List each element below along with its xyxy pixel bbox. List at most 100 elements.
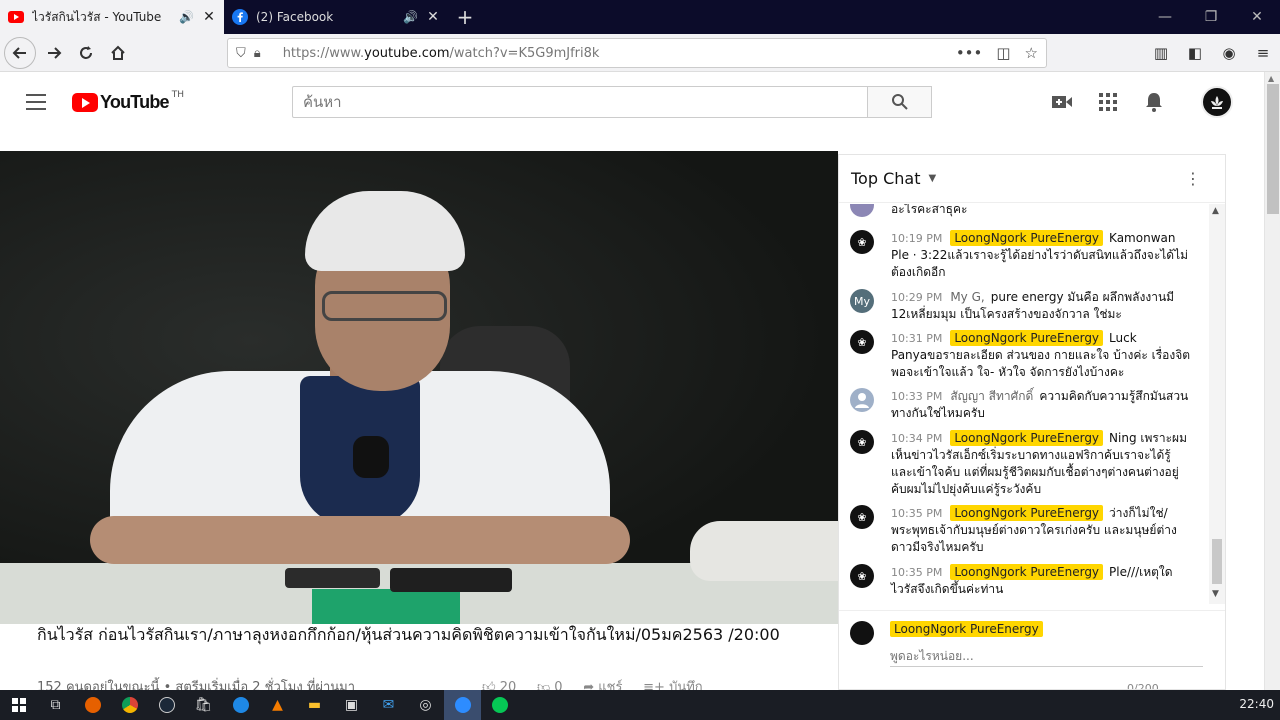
share-icon[interactable]: ➦ bbox=[583, 680, 594, 690]
chat-timestamp: 10:35 PM bbox=[891, 566, 943, 579]
default-user-icon bbox=[855, 393, 869, 408]
forward-button[interactable] bbox=[38, 37, 70, 69]
owner-badge: LoongNgork PureEnergy bbox=[950, 564, 1104, 580]
like-icon[interactable]: 👍︎ bbox=[482, 680, 496, 690]
chat-scrollbar-thumb[interactable] bbox=[1212, 539, 1222, 584]
close-tab-icon[interactable]: ✕ bbox=[202, 9, 216, 25]
chat-timestamp: 10:31 PM bbox=[891, 332, 943, 345]
chat-message: 10:33 PM สัญญา สีทาศักดิ์ ความคิดกับความรู… bbox=[839, 388, 1209, 422]
page-actions-icon[interactable]: ••• bbox=[956, 44, 983, 62]
video-player[interactable] bbox=[0, 151, 838, 624]
live-chat-panel: Top Chat ▼ ⋮ อะไรคะสาธุคะ ❀ 10:19 PM Loon… bbox=[838, 154, 1226, 690]
zoom-icon[interactable] bbox=[444, 690, 481, 720]
chevron-down-icon[interactable]: ▼ bbox=[1212, 589, 1219, 599]
share-label[interactable]: แชร์ bbox=[598, 680, 622, 690]
scroll-up-icon[interactable]: ▲ bbox=[1268, 74, 1274, 83]
chat-avatar: ❀ bbox=[850, 430, 874, 454]
chat-message-list[interactable]: อะไรคะสาธุคะ ❀ 10:19 PM LoongNgork PureEn… bbox=[839, 204, 1209, 604]
shield-icon[interactable]: ⛉ bbox=[236, 46, 246, 61]
tab-title: ไวรัสกินไวรัส - YouTube bbox=[32, 9, 162, 24]
scrollbar-thumb[interactable] bbox=[1267, 84, 1279, 214]
url-domain: youtube.com bbox=[364, 45, 450, 61]
notifications-bell-icon[interactable] bbox=[1142, 90, 1166, 114]
page-scrollbar[interactable]: ▲ bbox=[1264, 72, 1280, 690]
vlc-icon[interactable]: ▲ bbox=[259, 690, 296, 720]
new-tab-button[interactable]: + bbox=[448, 0, 482, 34]
file-explorer-icon[interactable]: ▬ bbox=[296, 690, 333, 720]
firefox-icon[interactable] bbox=[74, 690, 111, 720]
chat-avatar: ❀ bbox=[850, 505, 874, 529]
youtube-wordmark: YouTube bbox=[100, 92, 170, 112]
youtube-header: YouTube TH bbox=[0, 72, 1264, 132]
lock-icon[interactable]: 🔒︎ bbox=[254, 46, 261, 61]
pocket-icon[interactable]: ◫ bbox=[996, 44, 1010, 62]
owner-badge: LoongNgork PureEnergy bbox=[950, 430, 1104, 446]
bookmark-star-icon[interactable]: ☆ bbox=[1025, 44, 1038, 62]
viewer-count: 152 คนดูอยู่ในขณะนี้ • สตรีมเริ่มเมื่อ 2… bbox=[37, 680, 356, 690]
chat-avatar: My bbox=[850, 289, 874, 313]
mail-icon[interactable]: ✉ bbox=[370, 690, 407, 720]
user-avatar[interactable] bbox=[1201, 86, 1233, 118]
app2-icon[interactable]: ◎ bbox=[407, 690, 444, 720]
chat-header: Top Chat ▼ ⋮ bbox=[839, 155, 1225, 203]
char-counter: 0/200 bbox=[1127, 682, 1159, 690]
chrome-icon[interactable] bbox=[111, 690, 148, 720]
owner-badge: LoongNgork PureEnergy bbox=[950, 330, 1104, 346]
chat-timestamp: 10:29 PM bbox=[891, 291, 943, 304]
line-icon[interactable] bbox=[481, 690, 518, 720]
save-icon[interactable]: ≡+ bbox=[643, 680, 665, 690]
close-window-icon[interactable]: ✕ bbox=[1234, 0, 1280, 34]
home-button[interactable] bbox=[102, 37, 134, 69]
close-tab-icon[interactable]: ✕ bbox=[426, 9, 440, 25]
chat-scrollbar[interactable]: ▲ ▼ bbox=[1209, 204, 1225, 604]
task-view-icon[interactable]: ⧉ bbox=[37, 690, 74, 720]
youtube-logo[interactable]: YouTube TH bbox=[72, 89, 184, 113]
search-input[interactable] bbox=[292, 86, 868, 118]
tab-facebook[interactable]: (2) Facebook 🔊 ✕ bbox=[224, 0, 448, 34]
tab-audio-icon[interactable]: 🔊 bbox=[179, 10, 194, 24]
chat-avatar: ❀ bbox=[850, 564, 874, 588]
more-options-icon[interactable]: ⋮ bbox=[1185, 169, 1201, 188]
tab-youtube[interactable]: ไวรัสกินไวรัส - YouTube 🔊 ✕ bbox=[0, 0, 224, 34]
menu-icon[interactable]: ≡ bbox=[1246, 44, 1280, 62]
store-icon[interactable]: 🛍︎ bbox=[185, 690, 222, 720]
steam-icon[interactable] bbox=[148, 690, 185, 720]
chat-avatar bbox=[850, 204, 874, 217]
dislike-icon[interactable]: 👎︎ bbox=[537, 680, 550, 690]
apps-grid-icon[interactable] bbox=[1096, 90, 1120, 114]
taskbar: ⧉ 🛍︎ ▲ ▬ ▣ ✉ ◎ 22:40 bbox=[0, 690, 1280, 720]
edge-icon[interactable] bbox=[222, 690, 259, 720]
minimize-icon[interactable]: — bbox=[1142, 0, 1188, 34]
chat-avatar bbox=[850, 388, 874, 412]
sidebar-icon[interactable]: ◧ bbox=[1178, 44, 1212, 62]
chat-mode-selector[interactable]: Top Chat bbox=[851, 169, 920, 188]
search-button[interactable] bbox=[867, 86, 932, 118]
country-code: TH bbox=[171, 89, 184, 100]
library-icon[interactable]: ▥ bbox=[1144, 44, 1178, 62]
hamburger-menu-icon[interactable] bbox=[26, 94, 46, 110]
chat-author: My G, bbox=[950, 290, 985, 304]
chat-timestamp: 10:19 PM bbox=[891, 232, 943, 245]
chat-avatar: ❀ bbox=[850, 330, 874, 354]
chat-message: My 10:29 PM My G, pure energy มันคือ ผลึกพ… bbox=[839, 289, 1209, 323]
back-button[interactable] bbox=[4, 36, 36, 69]
chevron-down-icon[interactable]: ▼ bbox=[928, 173, 936, 184]
tab-audio-icon[interactable]: 🔊 bbox=[403, 10, 418, 24]
save-label[interactable]: บันทึก bbox=[669, 680, 703, 690]
start-button[interactable] bbox=[0, 690, 37, 720]
composer-owner-badge: LoongNgork PureEnergy bbox=[890, 621, 1043, 637]
chevron-up-icon[interactable]: ▲ bbox=[1212, 206, 1219, 216]
app-icon[interactable]: ▣ bbox=[333, 690, 370, 720]
chat-input[interactable] bbox=[890, 645, 1203, 667]
url-bar[interactable]: ⛉ 🔒︎ https://www. youtube.com/watch?v=K5G… bbox=[227, 38, 1047, 68]
chat-composer: LoongNgork PureEnergy 0/200 bbox=[839, 610, 1225, 690]
search-icon bbox=[891, 94, 908, 110]
facebook-favicon-icon bbox=[232, 9, 248, 25]
chat-timestamp: 10:34 PM bbox=[891, 432, 943, 445]
like-count: 20 bbox=[499, 680, 517, 690]
video-meta: 152 คนดูอยู่ในขณะนี้ • สตรีมเริ่มเมื่อ 2… bbox=[37, 676, 827, 690]
reload-button[interactable] bbox=[70, 37, 102, 69]
restore-icon[interactable]: ❐ bbox=[1188, 0, 1234, 34]
account-icon[interactable]: ◉ bbox=[1212, 44, 1246, 62]
create-video-icon[interactable] bbox=[1050, 90, 1074, 114]
